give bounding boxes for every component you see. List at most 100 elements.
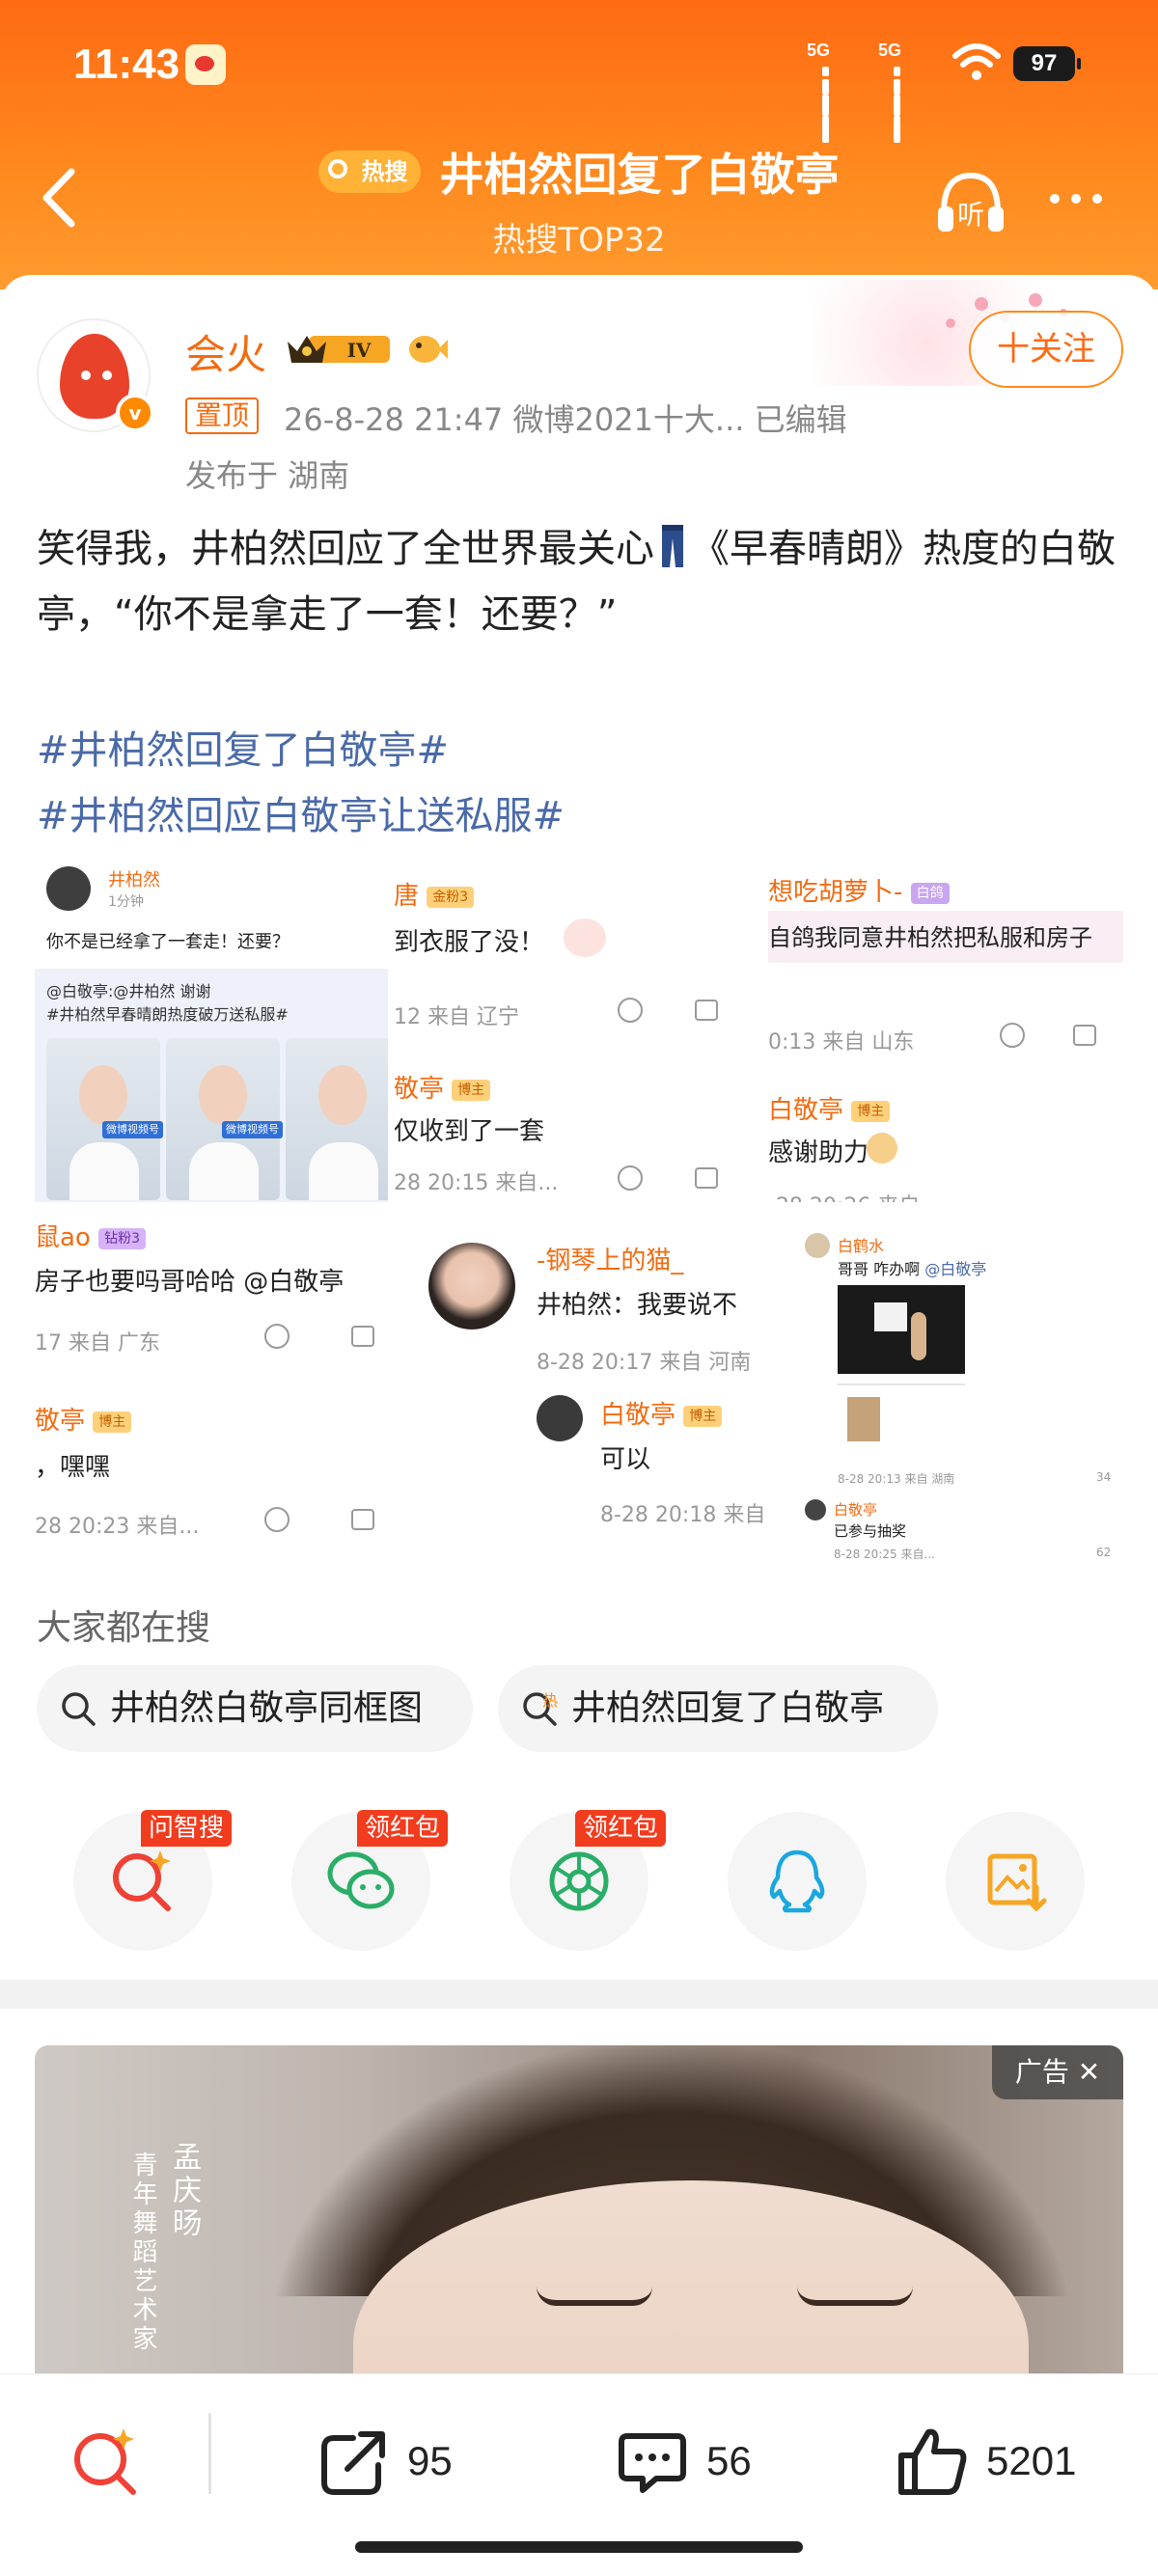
blogger-badge: 博主 xyxy=(93,1411,132,1433)
dislike-icon xyxy=(1000,1023,1025,1048)
image-thumbnail xyxy=(847,1397,880,1441)
comment-footer: 12 来自 辽宁 xyxy=(394,1005,519,1029)
mention-link: @白敬亭 xyxy=(924,1260,987,1278)
hot-search-header: 11:43 5G 5G 97 热搜 井柏然回复了白敬亭 热搜TOP32 听 xyxy=(0,0,1158,289)
like-count: 5201 xyxy=(986,2438,1077,2483)
search-chip-label: 井柏然白敬亭同框图 xyxy=(110,1688,424,1728)
photo-watermark: 微博视频号 xyxy=(102,1121,163,1138)
vip-crown-badge-icon: IV xyxy=(288,336,390,363)
search-chip-1[interactable]: 井柏然白敬亭同框图 xyxy=(37,1665,473,1752)
bottom-separator xyxy=(208,2413,211,2494)
reply-text: 已参与抽奖 xyxy=(834,1522,907,1540)
weibo-notification-icon xyxy=(185,44,226,85)
collage-image-3[interactable]: 想吃胡萝卜- 白鸽 自鸽我同意井柏然把私服和房子 0:13 来自 山东 白敬亭 … xyxy=(768,859,1123,1202)
comment-text: 井柏然：我要说不 xyxy=(537,1291,738,1320)
post-meta: 26-8-28 21:47 微博2021十大... 已编辑 xyxy=(284,401,847,438)
comment-text: 自鸽我同意井柏然把私服和房子 xyxy=(768,924,1092,951)
collage-image-4[interactable]: 鼠ao 钻粉3 房子也要吗哥哈哈 @白敬亭 17 来自 广东 敬亭 博主 ，嘿嘿… xyxy=(35,1218,409,1573)
back-button[interactable] xyxy=(33,164,87,232)
search-icon xyxy=(62,1692,96,1726)
reply-author: 敬亭 xyxy=(35,1407,86,1436)
pinned-tag: 置顶 xyxy=(185,397,260,434)
author-name[interactable]: 会火 xyxy=(185,322,266,381)
comment-icon xyxy=(619,2433,686,2493)
comment-footer: 8-28 20:13 来自 湖南 xyxy=(838,1472,955,1486)
hashtag-2[interactable]: #井柏然回应白敬亭让送私服# xyxy=(37,784,565,840)
save-image-button[interactable] xyxy=(946,1812,1085,1951)
comment-text: 到衣服了没！ xyxy=(394,928,545,957)
share-qq-button[interactable] xyxy=(728,1812,867,1951)
comment-text: 房子也要吗哥哈哈 @白敬亭 xyxy=(35,1268,345,1297)
ad-close-badge[interactable]: 广告 ✕ xyxy=(992,2045,1123,2099)
wechat-icon xyxy=(327,1851,395,1909)
quoted-post-line-1: @白敬亭:@井柏然 谢谢 xyxy=(46,982,211,1000)
listen-button[interactable]: 听 xyxy=(932,164,1009,241)
collage-image-2[interactable]: 唐 金粉3 到衣服了没！ 12 来自 辽宁 敬亭 博主 仅收到了一套 28 20… xyxy=(394,859,789,1202)
hashtag-1[interactable]: #井柏然回复了白敬亭# xyxy=(37,719,449,775)
weibo-post-page: 11:43 5G 5G 97 热搜 井柏然回复了白敬亭 热搜TOP32 听 v … xyxy=(0,0,1158,2576)
page-title: 井柏然回复了白敬亭 xyxy=(439,149,840,201)
post-location: 发布于 湖南 xyxy=(185,457,350,494)
share-icon xyxy=(351,1509,374,1530)
pray-emoji-icon xyxy=(867,1133,897,1164)
blogger-badge: 博主 xyxy=(452,1079,491,1101)
ad-caption-title: 青年舞蹈艺术家 xyxy=(128,2151,157,2354)
status-time: 11:43 xyxy=(73,41,180,88)
follow-button[interactable]: 十关注 xyxy=(969,311,1123,388)
like-count: 62 xyxy=(1096,1546,1112,1559)
search-chip-2[interactable]: 热 井柏然回复了白敬亭 xyxy=(498,1665,938,1752)
fan-emoji-icon xyxy=(409,336,448,363)
moments-icon xyxy=(549,1851,609,1911)
reply-author: 白敬亭 xyxy=(768,1096,844,1125)
reply-author: 敬亭 xyxy=(394,1075,445,1104)
collage-image-1[interactable]: 井柏然 1分钟 你不是已经拿了一套走！还要？ @白敬亭:@井柏然 谢谢 #井柏然… xyxy=(35,859,388,1202)
vip-level-text: IV xyxy=(347,339,372,362)
repost-count: 95 xyxy=(407,2438,453,2483)
quoted-post-line-2: #井柏然早春晴朗热度破万送私服# xyxy=(46,1005,289,1024)
svg-text:热: 热 xyxy=(542,1691,558,1710)
ai-search-action[interactable] xyxy=(68,2423,145,2500)
share-icon xyxy=(695,1167,718,1189)
fan-group-badge: 白鸽 xyxy=(910,882,950,904)
dislike-icon xyxy=(264,1507,290,1532)
video-advertisement[interactable]: 孟庆旸 青年舞蹈艺术家 广告 ✕ xyxy=(35,2045,1123,2373)
photo-thumbnail xyxy=(286,1038,388,1200)
post-body: 笑得我，井柏然回应了全世界最关心 《早春晴朗》热度的白敬亭，“你不是拿走了一套！还… xyxy=(37,516,1127,647)
reply-footer: 28 20:23 来自... xyxy=(35,1515,200,1539)
reply-footer: 8-28 20:18 来自 xyxy=(600,1503,766,1527)
comment-button[interactable]: 56 xyxy=(614,2423,807,2500)
more-options-button[interactable] xyxy=(1044,179,1116,218)
dislike-icon xyxy=(618,998,643,1023)
headphones-icon: 听 xyxy=(938,172,1004,232)
reply-text: 可以 xyxy=(600,1445,651,1474)
reply-author: 白敬亭 xyxy=(600,1401,676,1430)
status-bar: 11:43 5G 5G 97 xyxy=(0,29,1158,143)
hot-search-icon: 热 xyxy=(523,1691,558,1726)
like-button[interactable]: 5201 xyxy=(894,2423,1116,2500)
home-indicator[interactable] xyxy=(355,2541,803,2553)
repost-button[interactable]: 95 xyxy=(315,2423,508,2500)
chevron-left-icon xyxy=(42,168,75,228)
reply-text: ，嘿嘿 xyxy=(35,1453,111,1482)
hot-rank-subtitle[interactable]: 热搜TOP32 xyxy=(290,213,868,260)
collage-image-5[interactable]: -钢琴上的猫_ 井柏然：我要说不 8-28 20:17 来自 河南 白敬亭 博主… xyxy=(421,1225,795,1573)
header-title-block: 热搜 井柏然回复了白敬亭 热搜TOP32 xyxy=(290,140,868,260)
wifi-icon xyxy=(952,43,1001,80)
section-divider xyxy=(0,1980,1158,2009)
photo-thumbnail xyxy=(46,1038,160,1200)
qq-icon xyxy=(769,1850,825,1913)
post-image-collage[interactable]: 井柏然 1分钟 你不是已经拿了一套走！还要？ @白敬亭:@井柏然 谢谢 #井柏然… xyxy=(35,859,1123,1573)
commenter-avatar xyxy=(428,1243,515,1329)
comment-footer: 17 来自 广东 xyxy=(35,1331,160,1356)
save-image-icon xyxy=(987,1853,1047,1912)
collage-image-6[interactable]: 白鹤水 哥哥 咋办啊 @白敬亭 8-28 20:13 来自 湖南 34 白敬亭 … xyxy=(797,1225,1123,1573)
video-thumbnail xyxy=(838,1285,965,1374)
reply-footer: -28 20:26 来自... xyxy=(768,1189,940,1202)
comment-text: 哥哥 咋办啊 xyxy=(838,1260,921,1278)
reply-avatar xyxy=(537,1395,583,1441)
like-count: 34 xyxy=(1096,1470,1112,1484)
ai-search-tag: 问智搜 xyxy=(141,1810,233,1847)
ai-search-icon xyxy=(113,1850,171,1911)
verified-badge-icon: v xyxy=(116,394,154,432)
ai-search-icon xyxy=(74,2428,136,2495)
